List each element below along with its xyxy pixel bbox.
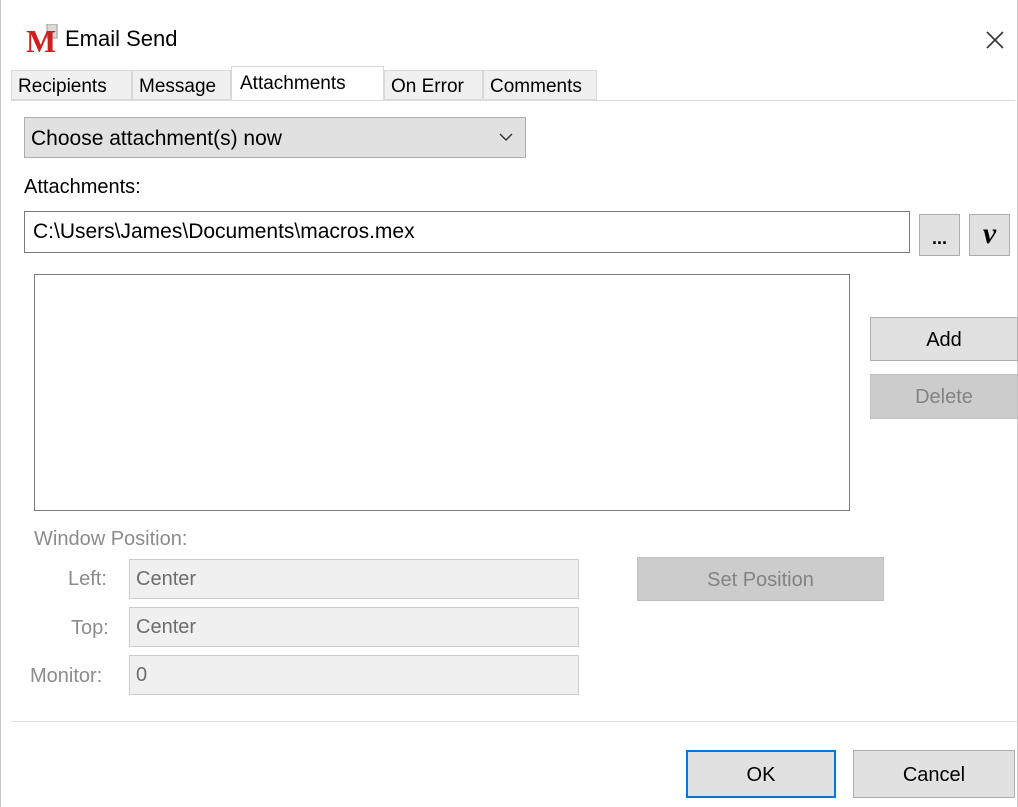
monitor-label: Monitor: — [30, 665, 103, 687]
ok-button[interactable]: OK — [686, 750, 836, 798]
title-bar: M Email Send — [1, 0, 1017, 62]
set-position-button[interactable]: Set Position — [637, 557, 884, 601]
tab-message[interactable]: Message — [132, 70, 231, 100]
tab-divider — [11, 100, 1015, 101]
attachments-label: Attachments: — [24, 176, 141, 198]
attachment-mode-select[interactable]: Choose attachment(s) now — [24, 117, 526, 158]
app-logo-icon: M — [25, 24, 59, 54]
tab-attachments[interactable]: Attachments — [231, 66, 384, 100]
tab-recipients[interactable]: Recipients — [11, 70, 132, 100]
tab-on-error[interactable]: On Error — [384, 70, 483, 100]
monitor-field[interactable] — [129, 655, 579, 695]
browse-button[interactable]: ... — [919, 214, 960, 256]
left-label: Left: — [68, 568, 107, 590]
app-logo-letter: M — [26, 24, 56, 54]
email-send-dialog: M Email Send Recipients Message Attachme… — [0, 0, 1018, 807]
attachments-list[interactable] — [34, 274, 850, 511]
top-label: Top: — [71, 617, 109, 639]
close-icon[interactable] — [973, 18, 1015, 60]
insert-variable-button[interactable]: v — [969, 214, 1010, 256]
cancel-button[interactable]: Cancel — [853, 750, 1015, 798]
footer-divider — [11, 721, 1017, 722]
left-position-field[interactable] — [129, 559, 579, 599]
attachment-mode-value: Choose attachment(s) now — [31, 127, 282, 150]
add-attachment-button[interactable]: Add — [870, 317, 1018, 361]
chevron-down-icon — [499, 133, 513, 141]
top-position-field[interactable] — [129, 607, 579, 647]
attachment-path-input[interactable] — [24, 211, 910, 253]
tab-comments[interactable]: Comments — [483, 70, 597, 100]
delete-attachment-button[interactable]: Delete — [870, 374, 1018, 419]
window-position-heading: Window Position: — [34, 528, 188, 550]
window-title: Email Send — [65, 26, 178, 51]
